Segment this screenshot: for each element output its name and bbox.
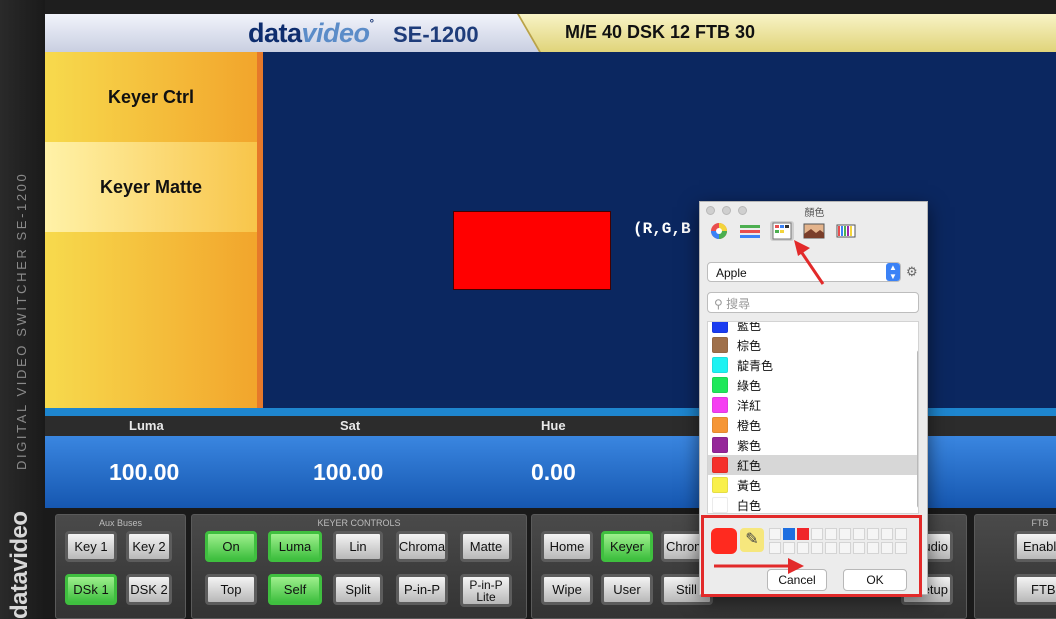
wipe-button[interactable]: Wipe (541, 574, 593, 605)
keyer-self-button[interactable]: Self (268, 574, 322, 605)
keyer-on-button[interactable]: On (205, 531, 257, 562)
key2-button[interactable]: Key 2 (126, 531, 172, 562)
color-chip (712, 497, 728, 513)
keyer-controls-title: KEYER CONTROLS (317, 518, 401, 528)
color-wheel-icon[interactable] (707, 221, 731, 241)
search-icon: ⚲ (714, 297, 723, 311)
color-chip (712, 357, 728, 373)
search-placeholder: 搜尋 (726, 297, 751, 311)
key1-button[interactable]: Key 1 (65, 531, 117, 562)
keyer-matte-button[interactable]: Matte (460, 531, 512, 562)
color-list-item[interactable]: 藍色 (708, 322, 918, 335)
keyer-top-button[interactable]: Top (205, 574, 257, 605)
menu-item-keyer-matte[interactable]: Keyer Matte (45, 142, 257, 232)
color-chip (712, 417, 728, 433)
product-vertical-text: DIGITAL VIDEO SWITCHER SE-1200 (14, 171, 29, 470)
color-list-scrollbar[interactable] (917, 350, 918, 508)
dsk1-button[interactable]: DSk 1 (65, 574, 117, 605)
color-chip (712, 337, 728, 353)
gear-icon[interactable]: ⚙ (906, 264, 918, 280)
color-list-item[interactable]: 紫色 (708, 435, 918, 455)
rgb-value-text: (R,G,B (633, 220, 691, 238)
model-name: SE-1200 (393, 22, 479, 47)
vertical-logo: datavideo (6, 511, 33, 619)
color-list-item[interactable]: 橙色 (708, 415, 918, 435)
color-list-item[interactable]: 黃色 (708, 475, 918, 495)
hue-value[interactable]: 0.00 (531, 459, 576, 486)
datavideo-logo: datavideo° (248, 18, 374, 48)
keyer-pinp-button[interactable]: P-in-P (396, 574, 448, 605)
color-chip (712, 377, 728, 393)
ftb-button[interactable]: FTB (1014, 574, 1056, 605)
keyer-chroma-button[interactable]: Chroma (396, 531, 448, 562)
luma-value[interactable]: 100.00 (109, 459, 179, 486)
keyer-luma-button[interactable]: Luma (268, 531, 322, 562)
annotation-arrow-up-icon (794, 240, 825, 285)
ftb-enable-button[interactable]: Enable (1014, 531, 1056, 562)
keyer-menu-button[interactable]: Keyer (601, 531, 653, 562)
color-list-item-selected[interactable]: 紅色 (708, 455, 918, 475)
color-list-item[interactable]: 綠色 (708, 375, 918, 395)
color-chip (712, 437, 728, 453)
search-field[interactable]: ⚲ 搜尋 (707, 292, 919, 313)
header-bar: datavideo° SE-1200 M/E 40 DSK 12 FTB 30 (45, 14, 1056, 52)
matte-color-swatch[interactable] (453, 211, 611, 290)
color-sliders-icon[interactable] (738, 221, 762, 241)
header-capacity-info: M/E 40 DSK 12 FTB 30 (565, 22, 756, 42)
color-chip (712, 397, 728, 413)
menu-item-keyer-ctrl[interactable]: Keyer Ctrl (45, 52, 257, 142)
hue-label: Hue (541, 418, 566, 433)
crayons-icon[interactable] (834, 221, 858, 241)
side-menu: Keyer Ctrl Keyer Matte (45, 52, 257, 408)
color-chip (712, 457, 728, 473)
main-panel: (R,G,B (263, 52, 1056, 408)
annotation-arrow-right-icon (714, 558, 804, 574)
color-chip (712, 477, 728, 493)
palette-select-arrows-icon[interactable]: ▲ ▼ (886, 263, 900, 281)
color-list-item[interactable]: 洋紅 (708, 395, 918, 415)
keyer-lin-button[interactable]: Lin (333, 531, 383, 562)
color-list: 藍色 棕色 靛青色 綠色 洋紅 橙色 紫色 紅色 黃色 白色 (707, 321, 919, 514)
aux-buses-title: Aux Buses (98, 518, 143, 528)
switcher-app: DIGITAL VIDEO SWITCHER SE-1200 datavideo… (0, 0, 1056, 619)
sat-label: Sat (340, 418, 361, 433)
color-list-item[interactable]: 棕色 (708, 335, 918, 355)
keyer-pinp-lite-button[interactable]: P-in-P Lite (460, 574, 512, 607)
luma-label: Luma (129, 418, 164, 433)
dsk2-button[interactable]: DSK 2 (126, 574, 172, 605)
user-button[interactable]: User (601, 574, 653, 605)
color-list-item[interactable]: 白色 (708, 495, 918, 513)
color-list-item[interactable]: 靛青色 (708, 355, 918, 375)
keyer-split-button[interactable]: Split (333, 574, 383, 605)
ftb-title: FTB (1031, 518, 1049, 528)
home-button[interactable]: Home (541, 531, 593, 562)
sat-value[interactable]: 100.00 (313, 459, 383, 486)
color-chip (712, 322, 728, 333)
left-branding-strip: DIGITAL VIDEO SWITCHER SE-1200 datavideo (0, 0, 45, 619)
picker-title: 顏色 (804, 208, 825, 219)
